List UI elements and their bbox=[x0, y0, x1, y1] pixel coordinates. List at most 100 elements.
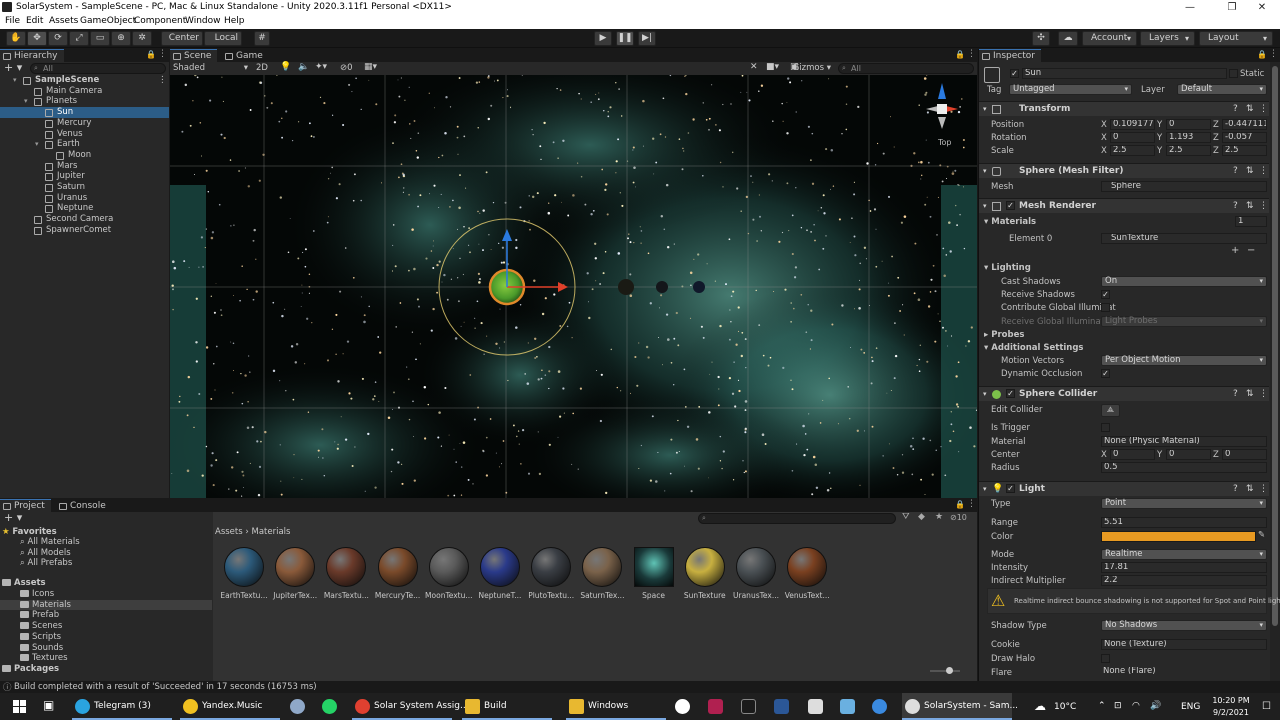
filter-type-icon[interactable]: ⛛ bbox=[902, 512, 910, 522]
light-header[interactable]: ▾ 💡 ✓ Light ? ⇅ ⋮ bbox=[979, 481, 1269, 496]
transform-header[interactable]: ▾ Transform ? ⇅ ⋮ bbox=[979, 101, 1269, 116]
object-name-field[interactable]: Sun bbox=[1022, 68, 1227, 79]
calculator-icon[interactable] bbox=[808, 699, 823, 714]
mesh-filter-header[interactable]: ▾ Sphere (Mesh Filter) ? ⇅ ⋮ bbox=[979, 163, 1269, 178]
effects-toggle-icon[interactable]: ✦▾ bbox=[315, 62, 327, 72]
lighting-foldout[interactable]: ▾ Lighting bbox=[984, 263, 1031, 273]
menu-component[interactable]: Component bbox=[134, 16, 186, 26]
hand-tool-icon[interactable]: ✋ bbox=[6, 31, 26, 46]
pinned-app-icon[interactable] bbox=[675, 699, 690, 714]
sphere-collider-header[interactable]: ▾ ✓ Sphere Collider ? ⇅ ⋮ bbox=[979, 386, 1269, 401]
folder-item[interactable]: Scenes bbox=[0, 621, 212, 631]
hierarchy-item[interactable]: Jupiter bbox=[0, 171, 169, 182]
material-asset[interactable]: UranusTex... bbox=[732, 547, 780, 600]
material-asset[interactable]: SaturnTex... bbox=[578, 547, 626, 600]
foldout-arrow-icon[interactable]: ▾ bbox=[24, 96, 28, 107]
transform-tool-icon[interactable]: ⊕ bbox=[111, 31, 131, 46]
range-field[interactable]: 5.51 bbox=[1101, 517, 1267, 528]
contribute-gi-checkbox[interactable] bbox=[1101, 303, 1110, 312]
materials-foldout[interactable]: ▾ Materials bbox=[984, 217, 1036, 227]
hierarchy-item[interactable]: ▾ Planets bbox=[0, 96, 169, 107]
hierarchy-item[interactable]: Mars bbox=[0, 161, 169, 172]
shading-mode-dropdown[interactable]: Shaded ▾ bbox=[173, 63, 248, 73]
more-menu-icon[interactable]: ⋮ bbox=[158, 49, 167, 59]
dynamic-occlusion-checkbox[interactable]: ✓ bbox=[1101, 369, 1110, 378]
wifi-icon[interactable]: ◠ bbox=[1132, 701, 1140, 711]
planet-mercury[interactable] bbox=[618, 279, 634, 295]
create-button[interactable]: + ▾ bbox=[4, 61, 22, 74]
lock-icon[interactable]: 🔒 bbox=[955, 500, 965, 509]
clock-date[interactable]: 9/2/2021 bbox=[1207, 708, 1255, 717]
menu-assets[interactable]: Assets bbox=[49, 16, 78, 26]
favorites-foldout[interactable]: ★ Favorites bbox=[0, 527, 212, 537]
probes-foldout[interactable]: ▸ Probes bbox=[984, 330, 1024, 340]
2d-toggle[interactable]: 2D bbox=[256, 63, 268, 73]
notifications-icon[interactable]: ☐ bbox=[1262, 701, 1271, 712]
rotation-z-field[interactable]: -0.057 bbox=[1222, 132, 1267, 143]
taskbar-app[interactable]: Build bbox=[462, 693, 552, 720]
pinned-app-icon[interactable] bbox=[290, 699, 305, 714]
flare-field[interactable]: None (Flare) bbox=[1101, 667, 1267, 678]
rect-tool-icon[interactable]: ▭ bbox=[90, 31, 110, 46]
more-menu-icon[interactable]: ⋮ bbox=[1269, 49, 1278, 59]
folder-item[interactable]: Sounds bbox=[0, 643, 212, 653]
tab-inspector[interactable]: Inspector bbox=[979, 49, 1041, 62]
hierarchy-search-input[interactable]: ⌕ All bbox=[30, 63, 166, 74]
mesh-renderer-header[interactable]: ▾ ✓ Mesh Renderer ? ⇅ ⋮ bbox=[979, 198, 1269, 213]
pivot-center-toggle[interactable]: Center bbox=[161, 31, 203, 46]
scale-tool-icon[interactable]: ⤢ bbox=[69, 31, 89, 46]
folder-item[interactable]: Scripts bbox=[0, 632, 212, 642]
materials-count-field[interactable]: 1 bbox=[1235, 216, 1267, 227]
material-asset[interactable]: VenusText... bbox=[783, 547, 831, 600]
tab-console[interactable]: Console bbox=[56, 499, 112, 512]
shadow-type-dropdown[interactable]: No Shadows bbox=[1101, 620, 1267, 631]
camera-icon[interactable]: ■▾ bbox=[766, 62, 779, 72]
hierarchy-item[interactable]: Neptune bbox=[0, 203, 169, 214]
hierarchy-item[interactable]: SpawnerComet bbox=[0, 225, 169, 236]
material-asset[interactable]: SunTexture bbox=[681, 547, 729, 600]
hierarchy-item[interactable]: Uranus bbox=[0, 193, 169, 204]
weather-temperature[interactable]: 10°C bbox=[1054, 702, 1076, 712]
hidden-objects-toggle[interactable]: ⊘0 bbox=[340, 63, 353, 73]
receive-shadows-checkbox[interactable]: ✓ bbox=[1101, 290, 1110, 299]
inspector-scrollbar[interactable] bbox=[1270, 62, 1280, 681]
cloud-icon[interactable]: ☁ bbox=[1058, 31, 1078, 46]
menu-file[interactable]: File bbox=[5, 16, 20, 26]
scale-z-field[interactable]: 2.5 bbox=[1222, 145, 1267, 156]
tab-game[interactable]: Game bbox=[222, 49, 269, 62]
radius-field[interactable]: 0.5 bbox=[1101, 462, 1267, 473]
pivot-local-toggle[interactable]: Local bbox=[204, 31, 242, 46]
layers-dropdown[interactable]: Layers bbox=[1140, 31, 1195, 46]
material-asset[interactable]: Space bbox=[630, 547, 678, 600]
custom-tool-icon[interactable]: ✲ bbox=[132, 31, 152, 46]
gizmos-dropdown[interactable]: Gizmos ▾ bbox=[789, 63, 831, 73]
project-create-button[interactable]: + ▾ bbox=[4, 511, 22, 524]
scene-search-input[interactable]: ⌕ All bbox=[838, 63, 974, 74]
scrollbar-thumb[interactable] bbox=[1272, 66, 1278, 626]
collab-icon[interactable]: ✣ bbox=[1032, 31, 1050, 46]
favorite-item[interactable]: ⌕ All Prefabs bbox=[0, 558, 212, 568]
material-asset[interactable]: MarsTextu... bbox=[322, 547, 370, 600]
close-button[interactable]: ✕ bbox=[1244, 0, 1280, 15]
add-element-button[interactable]: + bbox=[1231, 245, 1239, 256]
additional-settings-foldout[interactable]: ▾ Additional Settings bbox=[984, 343, 1084, 353]
planet-earth[interactable] bbox=[693, 281, 705, 293]
folder-item[interactable]: Materials bbox=[0, 599, 212, 610]
hierarchy-item[interactable]: Mercury bbox=[0, 118, 169, 129]
status-message[interactable]: Build completed with a result of 'Succee… bbox=[14, 682, 317, 692]
weather-cloud-icon[interactable]: ☁ bbox=[1034, 699, 1046, 713]
pinned-app-icon[interactable] bbox=[872, 699, 887, 714]
pause-button[interactable]: ❚❚ bbox=[616, 31, 634, 46]
step-button[interactable]: ▶| bbox=[638, 31, 656, 46]
cookie-field[interactable]: None (Texture) bbox=[1101, 639, 1267, 650]
hidden-packages-count[interactable]: ⊘10 bbox=[950, 513, 967, 522]
remove-element-button[interactable]: − bbox=[1247, 245, 1255, 256]
position-x-field[interactable]: 0.1091779 bbox=[1110, 119, 1155, 130]
favorite-star-icon[interactable]: ★ bbox=[935, 512, 943, 522]
pinned-app-icon[interactable] bbox=[741, 699, 756, 714]
cast-shadows-dropdown[interactable]: On bbox=[1101, 276, 1267, 287]
folder-item[interactable]: Prefab bbox=[0, 610, 212, 620]
edit-collider-button[interactable]: ⟁ bbox=[1101, 404, 1120, 417]
rotation-x-field[interactable]: 0 bbox=[1110, 132, 1155, 143]
account-dropdown[interactable]: Account bbox=[1082, 31, 1137, 46]
